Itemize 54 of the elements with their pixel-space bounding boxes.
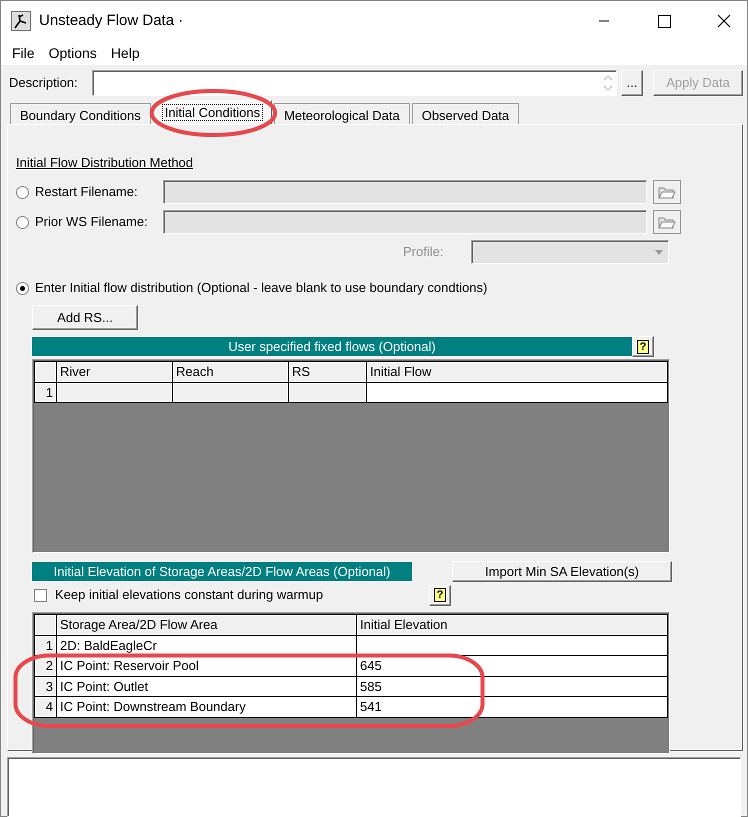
help-button[interactable]: ? [429, 584, 451, 606]
description-field[interactable] [92, 70, 617, 96]
table-cell[interactable]: 541 [356, 696, 668, 717]
field-label: Description: [9, 74, 78, 92]
table-cell[interactable] [288, 382, 366, 402]
tab[interactable]: Initial Conditions [152, 100, 272, 124]
column-header: River [56, 362, 172, 382]
table-cell[interactable] [56, 382, 172, 402]
row-number: 1 [34, 382, 56, 402]
profile-label: Profile: [403, 243, 444, 262]
menu-item[interactable]: Options [42, 40, 104, 66]
column-header: Initial Elevation [356, 614, 668, 635]
table-cell[interactable]: IC Point: Reservoir Pool [56, 656, 356, 676]
radio-label: Prior WS Filename: [35, 213, 149, 232]
menu-item[interactable]: Help [104, 40, 147, 66]
column-header: Initial Flow [366, 362, 668, 382]
filename-field[interactable] [163, 180, 647, 204]
table-title-bar: User specified fixed flows (Optional) [32, 337, 632, 356]
table-cell[interactable]: 645 [356, 656, 668, 676]
window-title: Unsteady Flow Data · [39, 10, 184, 31]
column-header: Reach [172, 362, 288, 382]
folder-icon[interactable] [653, 210, 681, 234]
caret-icon [655, 250, 663, 254]
filename-field[interactable] [163, 210, 647, 234]
app-icon [11, 11, 31, 31]
folder-icon[interactable] [653, 180, 681, 204]
menu-item[interactable]: File [5, 40, 42, 66]
checkbox-label: Keep initial elevations constant during warmup [55, 586, 324, 604]
import-button[interactable]: Import Min SA Elevation(s) [452, 561, 672, 582]
profile-dropdown[interactable] [471, 240, 669, 264]
table-cell[interactable]: IC Point: Downstream Boundary [56, 696, 356, 717]
row-number: 4 [34, 696, 56, 717]
radio-button[interactable] [16, 186, 29, 198]
tab[interactable]: Meteorological Data [274, 103, 410, 124]
help-button[interactable]: ? [632, 336, 654, 357]
table-title-bar: Initial Elevation of Storage Areas/2D Flow Areas (Optional) [32, 562, 412, 581]
tab[interactable]: Observed Data [412, 103, 520, 124]
table-cell[interactable]: IC Point: Outlet [56, 676, 356, 696]
radio-label: Restart Filename: [35, 183, 139, 202]
column-header: Storage Area/2D Flow Area [56, 614, 356, 635]
section-title: Initial Flow Distribution Method [16, 155, 194, 171]
browse-button[interactable]: ... [621, 70, 643, 96]
tab[interactable]: Boundary Conditions [10, 103, 151, 124]
column-header: RS [288, 362, 366, 382]
radio-button[interactable] [16, 282, 29, 294]
checkbox[interactable] [34, 588, 47, 602]
row-number: 3 [34, 676, 56, 696]
table-cell[interactable] [172, 382, 288, 402]
radio-button[interactable] [16, 216, 29, 228]
add-rs-button[interactable]: Add RS... [32, 305, 138, 330]
table-cell[interactable] [366, 382, 668, 402]
table-cell[interactable] [356, 635, 668, 656]
radio-label: Enter Initial flow distribution (Optional - leave blank to use boundary condtions) [35, 279, 488, 298]
table-cell[interactable]: 585 [356, 676, 668, 696]
